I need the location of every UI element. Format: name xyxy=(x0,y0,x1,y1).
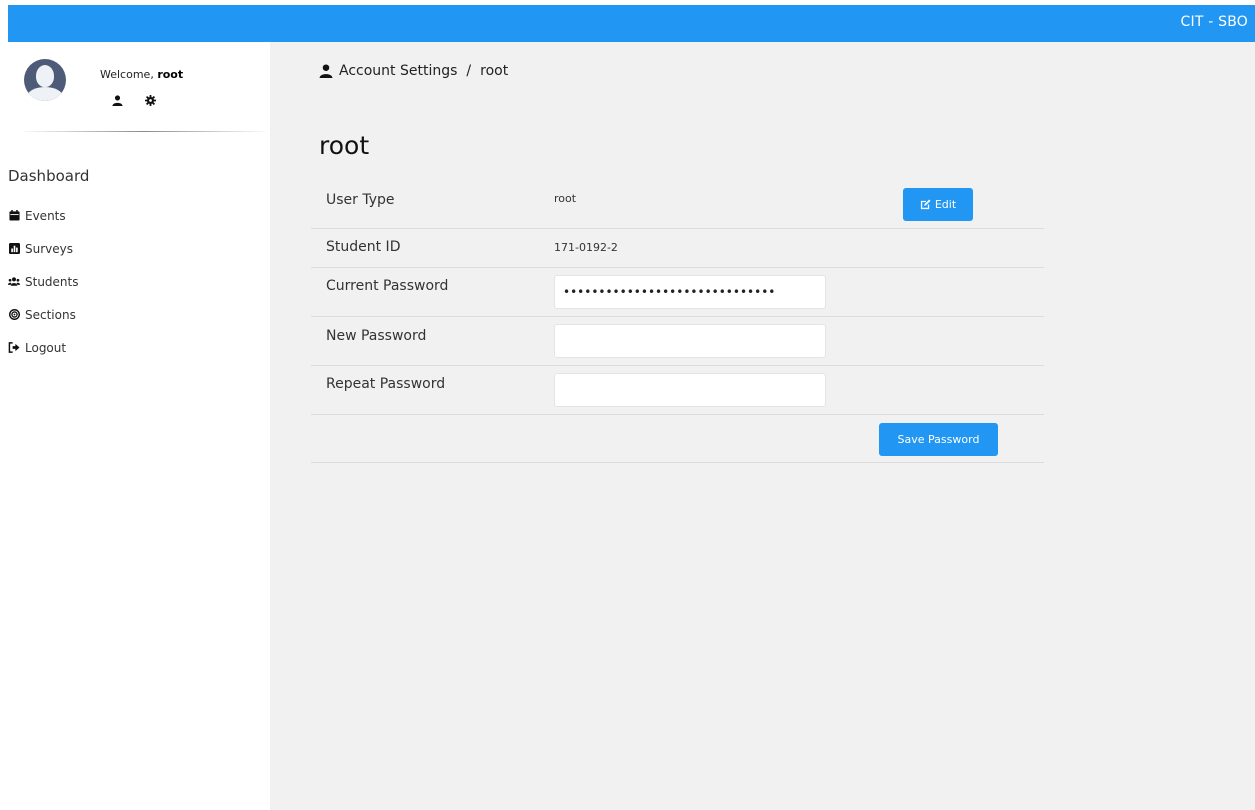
account-settings-table: User Type root Edit Student ID 171-0192-… xyxy=(311,177,1044,463)
current-password-label: Current Password xyxy=(326,278,449,294)
target-icon xyxy=(8,309,20,321)
sidebar-item-label: Sections xyxy=(25,307,76,322)
save-password-button[interactable]: Save Password xyxy=(879,423,998,456)
calendar-icon xyxy=(8,210,20,222)
main-content: Account Settings / root root User Type r… xyxy=(270,42,1255,810)
sidebar-item-logout[interactable]: Logout xyxy=(8,331,79,364)
edit-button[interactable]: Edit xyxy=(903,188,973,221)
bar-chart-icon xyxy=(8,243,20,255)
breadcrumb-section[interactable]: Account Settings xyxy=(339,63,457,79)
app-frame: CIT - SBO Welcome, root Dashboard Events… xyxy=(8,5,1255,810)
sidebar-item-surveys[interactable]: Surveys xyxy=(8,232,79,265)
sidebar-item-label: Logout xyxy=(25,340,67,355)
sidebar-item-label: Students xyxy=(25,274,79,289)
student-id-value: 171-0192-2 xyxy=(554,241,618,254)
repeat-password-row: Repeat Password xyxy=(311,366,1044,415)
repeat-password-label: Repeat Password xyxy=(326,376,446,392)
top-navbar: CIT - SBO xyxy=(8,5,1255,42)
new-password-input[interactable] xyxy=(554,324,826,358)
sidebar-item-events[interactable]: Events xyxy=(8,199,79,232)
welcome-text: Welcome, root xyxy=(100,68,183,81)
edit-icon xyxy=(920,199,931,210)
user-type-label: User Type xyxy=(326,192,395,208)
current-password-row: Current Password xyxy=(311,268,1044,317)
avatar xyxy=(24,59,66,101)
user-type-row: User Type root Edit xyxy=(311,177,1044,229)
sidebar: Welcome, root Dashboard Events Surveys S… xyxy=(8,42,270,810)
nav-title[interactable]: Dashboard xyxy=(8,167,89,185)
save-password-row: Save Password xyxy=(311,415,1044,463)
sidebar-divider xyxy=(22,131,266,132)
edit-button-label: Edit xyxy=(934,198,957,211)
sidebar-item-label: Surveys xyxy=(25,241,73,256)
breadcrumb-current: root xyxy=(480,63,509,79)
user-icon[interactable] xyxy=(112,91,123,110)
sidebar-item-label: Events xyxy=(25,208,66,223)
breadcrumb-separator: / xyxy=(466,63,472,79)
student-id-row: Student ID 171-0192-2 xyxy=(311,229,1044,268)
gear-icon[interactable] xyxy=(145,91,156,110)
current-password-input[interactable] xyxy=(554,275,826,309)
page-title: root xyxy=(319,131,370,160)
brand-label[interactable]: CIT - SBO xyxy=(1181,14,1248,30)
breadcrumb: Account Settings / root xyxy=(319,63,508,79)
repeat-password-input[interactable] xyxy=(554,373,826,407)
user-type-value: root xyxy=(554,192,577,205)
sign-out-icon xyxy=(8,342,20,354)
users-icon xyxy=(8,276,20,288)
sidebar-item-students[interactable]: Students xyxy=(8,265,79,298)
new-password-row: New Password xyxy=(311,317,1044,366)
user-icon xyxy=(319,64,333,78)
student-id-label: Student ID xyxy=(326,239,401,255)
new-password-label: New Password xyxy=(326,328,427,344)
sidebar-item-sections[interactable]: Sections xyxy=(8,298,79,331)
welcome-prefix: Welcome, xyxy=(100,68,154,81)
welcome-username: root xyxy=(157,68,184,81)
sidebar-nav: Events Surveys Students Sections Logout xyxy=(8,199,79,364)
user-quick-links xyxy=(112,91,156,110)
